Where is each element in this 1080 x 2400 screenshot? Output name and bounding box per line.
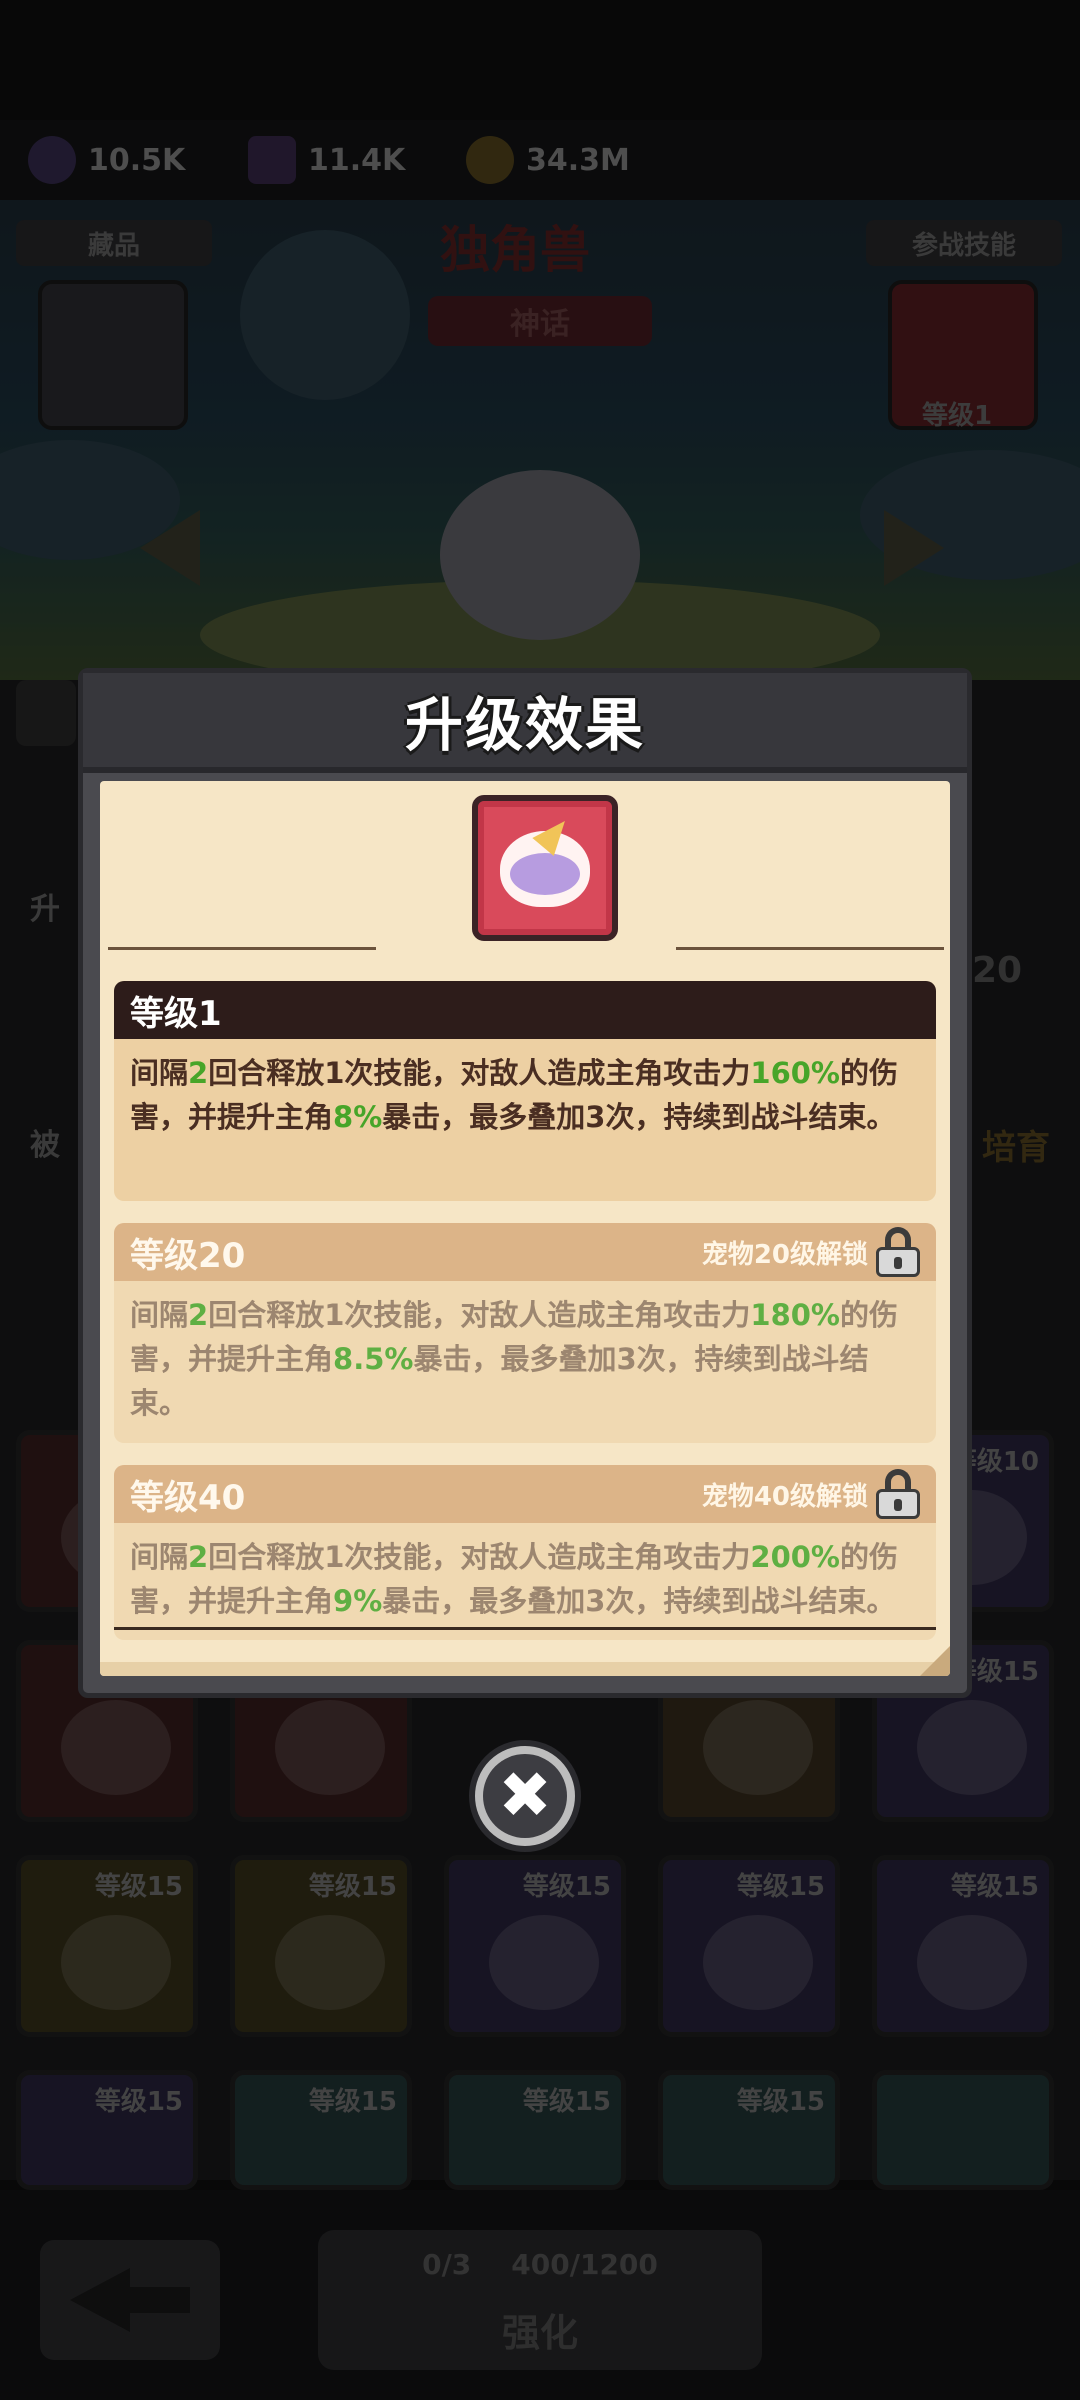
level-card-20: 等级20 宠物20级解锁 间隔2回合释放1次技能，对敌人造成主角攻击力180%的… — [114, 1223, 936, 1443]
level-name: 等级40 — [130, 1477, 246, 1518]
unicorn-skill-icon — [472, 795, 618, 941]
lock-icon — [876, 1227, 920, 1277]
unlock-requirement: 宠物20级解锁 — [701, 1239, 868, 1270]
level-description: 间隔2回合释放1次技能，对敌人造成主角攻击力200%的伤害，并提升主角9%暴击，… — [130, 1540, 898, 1618]
dialog-header: 升级效果 — [83, 673, 967, 773]
level-description: 间隔2回合释放1次技能，对敌人造成主角攻击力180%的伤害，并提升主角8.5%暴… — [130, 1298, 898, 1420]
divider-right — [676, 947, 944, 950]
scroll-end-line — [114, 1627, 936, 1630]
unlock-requirement: 宠物40级解锁 — [701, 1481, 868, 1512]
level-card-40: 等级40 宠物40级解锁 间隔2回合释放1次技能，对敌人造成主角攻击力200%的… — [114, 1465, 936, 1640]
dialog-body: 等级1 间隔2回合释放1次技能，对敌人造成主角攻击力160%的伤害，并提升主角8… — [100, 781, 950, 1676]
page-corner — [920, 1646, 950, 1676]
upgrade-effect-dialog: 升级效果 等级1 间隔2回合释放1次技能，对敌人造成主角攻击力160%的伤害，并… — [78, 668, 972, 1698]
level-name: 等级20 — [130, 1235, 246, 1276]
level-description: 间隔2回合释放1次技能，对敌人造成主角攻击力160%的伤害，并提升主角8%暴击，… — [130, 1056, 898, 1134]
divider-left — [108, 947, 376, 950]
close-button[interactable]: ✖ — [469, 1740, 581, 1852]
dialog-title: 升级效果 — [404, 691, 645, 759]
lock-icon — [876, 1469, 920, 1519]
close-icon: ✖ — [483, 1754, 567, 1838]
level-card-1: 等级1 间隔2回合释放1次技能，对敌人造成主角攻击力160%的伤害，并提升主角8… — [114, 981, 936, 1201]
level-name: 等级1 — [130, 993, 222, 1034]
